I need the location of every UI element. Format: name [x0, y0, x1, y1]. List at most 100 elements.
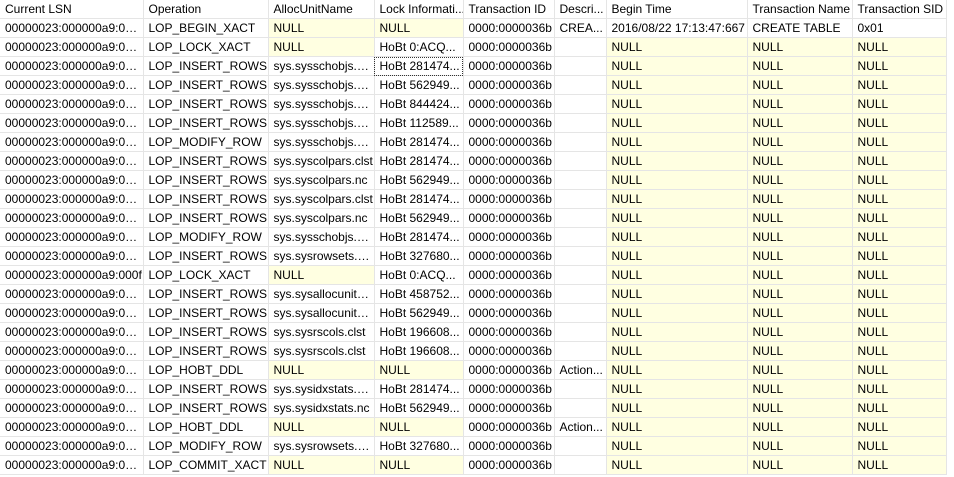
- cell-allocunitname[interactable]: sys.sysschobjs.clst: [268, 56, 375, 76]
- cell-current-lsn[interactable]: 00000023:000000a9:0011: [0, 284, 144, 304]
- cell-transaction-id[interactable]: 0000:0000036b: [463, 208, 555, 228]
- cell-allocunitname[interactable]: sys.sysschobjs.clst: [268, 227, 375, 247]
- cell-transaction-sid[interactable]: NULL: [852, 360, 947, 380]
- cell-transaction-sid[interactable]: NULL: [852, 341, 947, 361]
- cell-allocunitname[interactable]: sys.sysschobjs.nc2: [268, 94, 375, 114]
- cell-operation[interactable]: LOP_INSERT_ROWS: [143, 208, 269, 228]
- cell-operation[interactable]: LOP_BEGIN_XACT: [143, 18, 269, 38]
- cell-begin-time[interactable]: NULL: [606, 398, 748, 418]
- cell-begin-time[interactable]: NULL: [606, 170, 748, 190]
- cell-transaction-name[interactable]: NULL: [747, 360, 853, 380]
- cell-allocunitname[interactable]: NULL: [268, 455, 375, 475]
- cell-transaction-sid[interactable]: NULL: [852, 189, 947, 209]
- cell-allocunitname[interactable]: sys.sysrscols.clst: [268, 341, 375, 361]
- cell-transaction-name[interactable]: NULL: [747, 132, 853, 152]
- column-header-operation[interactable]: Operation: [143, 0, 269, 19]
- cell-transaction-name[interactable]: NULL: [747, 436, 853, 456]
- cell-transaction-sid[interactable]: NULL: [852, 398, 947, 418]
- cell-current-lsn[interactable]: 00000023:000000a9:000a: [0, 170, 144, 190]
- cell-begin-time[interactable]: NULL: [606, 322, 748, 342]
- cell-transaction-id[interactable]: 0000:0000036b: [463, 113, 555, 133]
- cell-transaction-id[interactable]: 0000:0000036b: [463, 360, 555, 380]
- table-row[interactable]: 00000023:000000a9:0019 LOP_MODIFY_ROW sys.…: [0, 436, 947, 456]
- cell-description[interactable]: [554, 379, 607, 399]
- cell-begin-time[interactable]: NULL: [606, 56, 748, 76]
- cell-lock-information[interactable]: HoBt 196608...: [374, 341, 464, 361]
- cell-current-lsn[interactable]: 00000023:000000a9:0009: [0, 151, 144, 171]
- cell-transaction-name[interactable]: NULL: [747, 37, 853, 57]
- cell-transaction-id[interactable]: 0000:0000036b: [463, 455, 555, 475]
- cell-begin-time[interactable]: NULL: [606, 417, 748, 437]
- cell-description[interactable]: [554, 132, 607, 152]
- cell-transaction-name[interactable]: NULL: [747, 303, 853, 323]
- cell-transaction-id[interactable]: 0000:0000036b: [463, 227, 555, 247]
- cell-transaction-name[interactable]: NULL: [747, 417, 853, 437]
- cell-begin-time[interactable]: NULL: [606, 151, 748, 171]
- cell-transaction-id[interactable]: 0000:0000036b: [463, 246, 555, 266]
- cell-operation[interactable]: LOP_LOCK_XACT: [143, 37, 269, 57]
- cell-allocunitname[interactable]: sys.syscolpars.nc: [268, 208, 375, 228]
- cell-operation[interactable]: LOP_MODIFY_ROW: [143, 132, 269, 152]
- column-header-description[interactable]: Descri...: [554, 0, 607, 19]
- cell-begin-time[interactable]: NULL: [606, 132, 748, 152]
- cell-transaction-sid[interactable]: NULL: [852, 284, 947, 304]
- cell-allocunitname[interactable]: NULL: [268, 417, 375, 437]
- cell-lock-information[interactable]: NULL: [374, 18, 464, 38]
- cell-transaction-name[interactable]: NULL: [747, 94, 853, 114]
- cell-lock-information[interactable]: HoBt 281474...: [374, 227, 464, 247]
- table-row[interactable]: 00000023:000000a9:0006 LOP_INSERT_ROWS sys…: [0, 94, 947, 114]
- table-row[interactable]: 00000023:000000a9:000a LOP_INSERT_ROWS sys…: [0, 170, 947, 190]
- cell-lock-information[interactable]: NULL: [374, 360, 464, 380]
- cell-transaction-sid[interactable]: NULL: [852, 227, 947, 247]
- column-header-transaction-id[interactable]: Transaction ID: [463, 0, 555, 19]
- cell-transaction-name[interactable]: NULL: [747, 246, 853, 266]
- cell-current-lsn[interactable]: 00000023:000000a9:0017: [0, 398, 144, 418]
- cell-lock-information[interactable]: HoBt 562949...: [374, 303, 464, 323]
- cell-transaction-id[interactable]: 0000:0000036b: [463, 75, 555, 95]
- cell-begin-time[interactable]: NULL: [606, 37, 748, 57]
- table-row[interactable]: 00000023:000000a9:000b LOP_INSERT_ROWS sys…: [0, 189, 947, 209]
- cell-current-lsn[interactable]: 00000023:000000a9:0013: [0, 322, 144, 342]
- cell-transaction-name[interactable]: NULL: [747, 75, 853, 95]
- cell-lock-information[interactable]: HoBt 281474...: [374, 151, 464, 171]
- cell-allocunitname[interactable]: sys.sysallocunits....: [268, 284, 375, 304]
- cell-current-lsn[interactable]: 00000023:000000a9:001a: [0, 455, 144, 475]
- cell-lock-information[interactable]: HoBt 281474...: [374, 189, 464, 209]
- table-row[interactable]: 00000023:000000a9:0016 LOP_INSERT_ROWS sys…: [0, 379, 947, 399]
- table-row[interactable]: 00000023:000000a9:0013 LOP_INSERT_ROWS sys…: [0, 322, 947, 342]
- cell-description[interactable]: [554, 322, 607, 342]
- cell-description[interactable]: [554, 151, 607, 171]
- table-row[interactable]: 00000023:000000a9:0007 LOP_INSERT_ROWS sys…: [0, 113, 947, 133]
- cell-current-lsn[interactable]: 00000023:000000a9:000d: [0, 227, 144, 247]
- cell-transaction-sid[interactable]: NULL: [852, 455, 947, 475]
- cell-lock-information[interactable]: NULL: [374, 455, 464, 475]
- cell-operation[interactable]: LOP_INSERT_ROWS: [143, 189, 269, 209]
- cell-operation[interactable]: LOP_MODIFY_ROW: [143, 227, 269, 247]
- cell-transaction-name[interactable]: NULL: [747, 56, 853, 76]
- cell-transaction-name[interactable]: NULL: [747, 189, 853, 209]
- cell-description[interactable]: [554, 56, 607, 76]
- cell-description[interactable]: [554, 265, 607, 285]
- cell-lock-information[interactable]: HoBt 327680...: [374, 246, 464, 266]
- cell-description[interactable]: Action...: [554, 360, 607, 380]
- cell-begin-time[interactable]: NULL: [606, 303, 748, 323]
- cell-description[interactable]: [554, 341, 607, 361]
- cell-description[interactable]: [554, 208, 607, 228]
- cell-current-lsn[interactable]: 00000023:000000a9:0019: [0, 436, 144, 456]
- cell-description[interactable]: [554, 246, 607, 266]
- cell-transaction-id[interactable]: 0000:0000036b: [463, 56, 555, 76]
- cell-transaction-name[interactable]: NULL: [747, 265, 853, 285]
- cell-transaction-sid[interactable]: NULL: [852, 56, 947, 76]
- cell-lock-information[interactable]: HoBt 562949...: [374, 75, 464, 95]
- cell-transaction-id[interactable]: 0000:0000036b: [463, 417, 555, 437]
- cell-operation[interactable]: LOP_INSERT_ROWS: [143, 322, 269, 342]
- cell-operation[interactable]: LOP_LOCK_XACT: [143, 265, 269, 285]
- cell-operation[interactable]: LOP_INSERT_ROWS: [143, 398, 269, 418]
- table-row[interactable]: 00000023:000000a9:0018 LOP_HOBT_DDL NULL NU…: [0, 417, 947, 437]
- cell-begin-time[interactable]: NULL: [606, 284, 748, 304]
- cell-allocunitname[interactable]: sys.sysrscols.clst: [268, 322, 375, 342]
- table-row[interactable]: 00000023:000000a9:0012 LOP_INSERT_ROWS sys…: [0, 303, 947, 323]
- table-row[interactable]: 00000023:000000a9:0001 LOP_BEGIN_XACT NULL…: [0, 18, 947, 38]
- cell-transaction-name[interactable]: NULL: [747, 227, 853, 247]
- cell-transaction-id[interactable]: 0000:0000036b: [463, 170, 555, 190]
